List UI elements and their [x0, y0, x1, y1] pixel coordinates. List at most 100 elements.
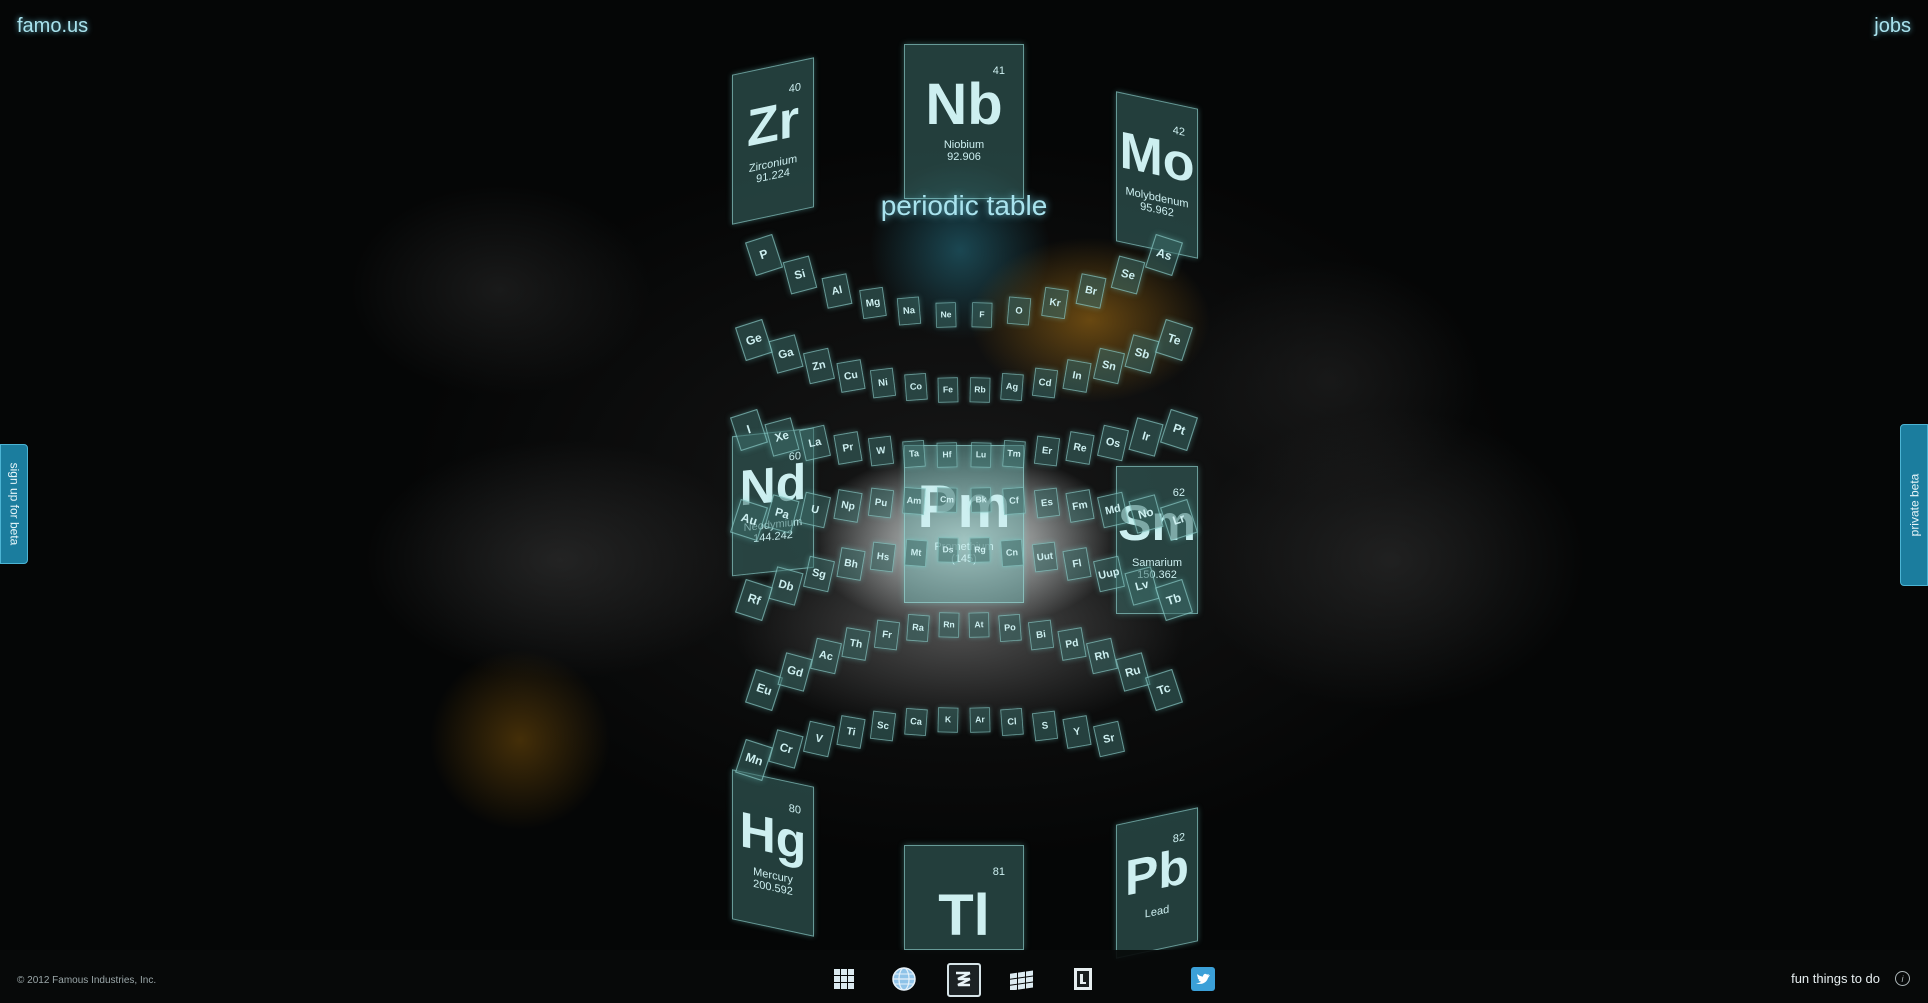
- element-tile-small[interactable]: Bk: [970, 487, 991, 513]
- element-name: Niobium: [943, 138, 985, 151]
- element-tile-small[interactable]: Am: [902, 487, 927, 516]
- element-tile-small[interactable]: Se: [1110, 255, 1145, 295]
- element-tile-small[interactable]: K: [937, 707, 959, 733]
- periodic-table-icon[interactable]: [947, 963, 981, 997]
- element-name: Samarium: [1131, 557, 1183, 569]
- element-tile-small[interactable]: Al: [821, 272, 853, 309]
- element-tile-small[interactable]: Rf: [734, 578, 774, 622]
- element-tile-small[interactable]: Fl: [1062, 547, 1092, 582]
- element-tile-small[interactable]: Ir: [1128, 417, 1164, 457]
- element-tile-small[interactable]: Cd: [1031, 367, 1058, 398]
- globe-icon[interactable]: [888, 963, 920, 995]
- element-tile-small[interactable]: Sn: [1093, 347, 1126, 385]
- element-tile-small[interactable]: Ru: [1115, 651, 1151, 692]
- element-tile-small[interactable]: S: [1031, 710, 1058, 742]
- element-tile-small[interactable]: Te: [1154, 318, 1194, 362]
- element-tile-small[interactable]: Sc: [870, 710, 897, 742]
- element-tile-small[interactable]: Mg: [859, 286, 887, 319]
- element-tile-small[interactable]: Hf: [937, 442, 958, 468]
- element-tile-small[interactable]: Tm: [1001, 439, 1026, 468]
- element-tile-small[interactable]: Rb: [969, 376, 991, 403]
- element-tile-small[interactable]: W: [868, 435, 895, 467]
- element-tile-small[interactable]: Pd: [1057, 626, 1087, 661]
- element-tile-small[interactable]: Ag: [1000, 373, 1025, 402]
- element-tile-small[interactable]: P: [744, 233, 784, 277]
- element-tile-small[interactable]: Cu: [836, 358, 866, 393]
- element-tile-small[interactable]: V: [802, 720, 835, 758]
- element-tile-small[interactable]: Co: [903, 373, 928, 402]
- element-tile-small[interactable]: Uut: [1031, 542, 1058, 573]
- element-tile-small[interactable]: Cf: [1001, 487, 1026, 516]
- element-tile-small[interactable]: Na: [897, 296, 922, 326]
- element-tile-small[interactable]: Gd: [777, 651, 813, 692]
- element-tile-small[interactable]: Ca: [903, 708, 928, 737]
- element-tile-small[interactable]: U: [799, 491, 832, 528]
- element-tile-small[interactable]: At: [968, 612, 990, 639]
- element-tile-small[interactable]: Cn: [1000, 538, 1025, 567]
- periodic-table-stage[interactable]: 41 Nb Niobium 92.906 40 Zr Zirconium 91.…: [0, 0, 1928, 959]
- element-tile-small[interactable]: Ni: [870, 367, 897, 398]
- element-tile-small[interactable]: Tc: [1144, 668, 1184, 712]
- element-tile-small[interactable]: Po: [998, 614, 1022, 643]
- element-tile-small[interactable]: Lu: [970, 442, 991, 468]
- element-tile-small[interactable]: Y: [1062, 714, 1092, 749]
- element-tile-small[interactable]: Os: [1096, 424, 1129, 462]
- element-tile-small[interactable]: Np: [833, 488, 863, 523]
- element-tile-tl[interactable]: 81 Tl: [904, 845, 1024, 950]
- element-tile-small[interactable]: Ar: [969, 707, 991, 733]
- element-tile-small[interactable]: Db: [768, 566, 804, 606]
- element-tile-small[interactable]: Ga: [768, 334, 804, 374]
- element-tile-small[interactable]: Pu: [868, 487, 895, 519]
- card-icon[interactable]: [1067, 963, 1099, 995]
- fun-things-link[interactable]: fun things to do: [1791, 971, 1880, 986]
- element-tile-small[interactable]: Fr: [874, 619, 901, 650]
- element-tile-zr[interactable]: 40 Zr Zirconium 91.224: [732, 57, 814, 225]
- element-tile-small[interactable]: Pr: [833, 430, 863, 465]
- element-tile-small[interactable]: Er: [1033, 435, 1060, 467]
- element-tile-small[interactable]: Hs: [870, 542, 897, 573]
- grid-icon[interactable]: [828, 963, 860, 995]
- element-tile-small[interactable]: Re: [1065, 430, 1095, 465]
- element-tile-small[interactable]: Bh: [836, 547, 866, 582]
- element-tile-small[interactable]: Es: [1033, 487, 1060, 519]
- element-number: 81: [992, 866, 1005, 878]
- element-tile-small[interactable]: O: [1006, 296, 1031, 326]
- element-tile-small[interactable]: Fm: [1065, 488, 1095, 523]
- element-tile-pm[interactable]: Pm Promethium (145): [904, 445, 1024, 603]
- element-tile-small[interactable]: Pt: [1159, 408, 1199, 452]
- twitter-icon[interactable]: [1187, 963, 1219, 995]
- element-tile-small[interactable]: Rh: [1086, 637, 1119, 675]
- element-tile-small[interactable]: Ge: [734, 318, 774, 362]
- element-tile-nb[interactable]: 41 Nb Niobium 92.906: [904, 44, 1024, 199]
- element-tile-small[interactable]: Rn: [938, 612, 960, 639]
- element-tile-small[interactable]: Br: [1075, 272, 1107, 309]
- element-tile-small[interactable]: Ra: [906, 614, 930, 643]
- element-tile-small[interactable]: Kr: [1041, 286, 1069, 319]
- element-tile-small[interactable]: Ta: [902, 439, 927, 468]
- element-tile-pb[interactable]: 82 Pb Lead: [1116, 807, 1198, 959]
- element-tile-small[interactable]: Sr: [1093, 720, 1126, 758]
- tiles-icon[interactable]: [1006, 963, 1038, 995]
- element-tile-small[interactable]: Bi: [1027, 619, 1054, 650]
- element-tile-small[interactable]: Cm: [937, 487, 958, 513]
- element-tile-small[interactable]: Ne: [935, 301, 957, 328]
- element-symbol: Pm: [917, 473, 1011, 540]
- element-tile-small[interactable]: F: [971, 301, 993, 328]
- element-tile-small[interactable]: Si: [783, 255, 818, 295]
- info-icon[interactable]: i: [1895, 971, 1910, 986]
- element-tile-small[interactable]: Eu: [744, 668, 784, 712]
- element-tile-small[interactable]: Rg: [969, 537, 991, 564]
- element-tile-small[interactable]: Ac: [809, 637, 842, 675]
- element-tile-small[interactable]: Th: [841, 626, 871, 661]
- element-tile-small[interactable]: Sb: [1124, 334, 1160, 374]
- element-tile-small[interactable]: Fe: [937, 376, 959, 403]
- element-tile-small[interactable]: Ti: [836, 714, 866, 749]
- element-tile-small[interactable]: Cr: [768, 728, 804, 769]
- element-tile-hg[interactable]: 80 Hg Mercury 200.592: [732, 769, 814, 937]
- element-tile-small[interactable]: Cl: [1000, 708, 1025, 737]
- element-tile-small[interactable]: Mt: [903, 538, 928, 567]
- element-tile-small[interactable]: Zn: [802, 347, 835, 385]
- element-tile-small[interactable]: La: [799, 424, 832, 462]
- element-tile-small[interactable]: Ds: [937, 537, 959, 564]
- element-tile-small[interactable]: In: [1062, 358, 1092, 393]
